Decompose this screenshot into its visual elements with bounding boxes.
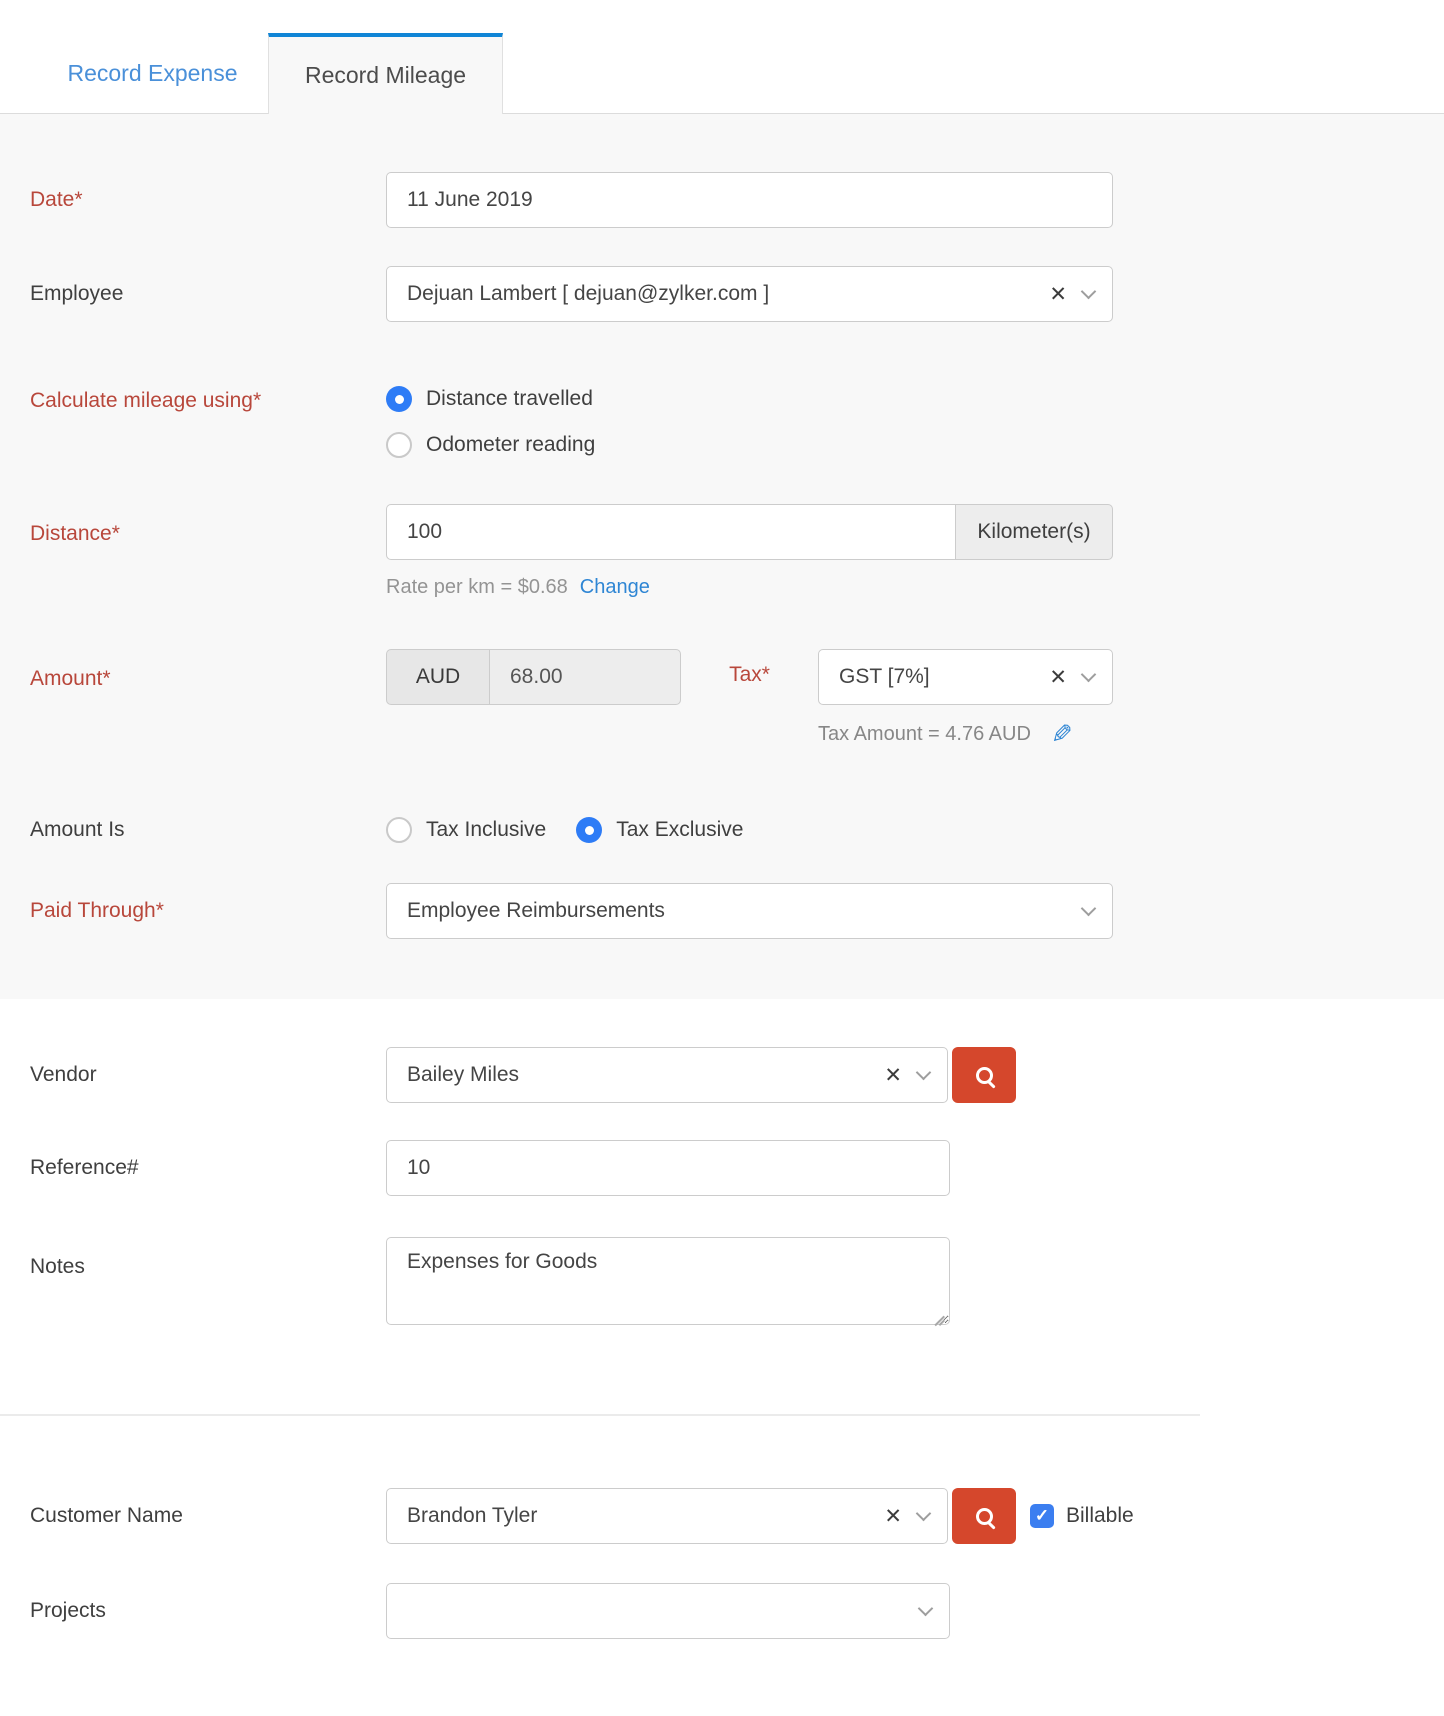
edit-pencil-icon[interactable]: ✎ [1051,721,1073,747]
reference-input[interactable] [386,1140,950,1196]
clear-icon[interactable]: ✕ [1049,667,1067,688]
search-icon [976,1067,993,1084]
tax-select[interactable]: GST [7%] ✕ [818,649,1113,705]
radio-unselected-icon[interactable] [386,817,412,843]
tab-record-expense[interactable]: Record Expense [45,33,260,113]
amount-currency-addon: AUD [386,649,489,705]
radio-distance-travelled-label: Distance travelled [426,387,593,411]
radio-tax-exclusive-label: Tax Exclusive [616,818,743,842]
chevron-down-icon [1081,666,1097,682]
reference-label: Reference# [0,1152,386,1184]
distance-label: Distance* [0,504,386,550]
date-row: Date* [0,172,1444,228]
change-link[interactable]: Change [580,576,650,599]
radio-unselected-icon[interactable] [386,432,412,458]
customer-search-button[interactable] [952,1488,1016,1544]
calculate-mileage-label: Calculate mileage using* [0,382,386,417]
distance-unit-addon: Kilometer(s) [955,504,1113,560]
chevron-down-icon [1081,283,1097,299]
radio-tax-inclusive-label: Tax Inclusive [426,818,546,842]
employee-label: Employee [0,278,386,310]
paid-through-label: Paid Through* [0,895,386,927]
amount-is-label: Amount Is [0,814,386,846]
billable-checkbox[interactable]: ✓ [1030,1504,1054,1528]
billable-label: Billable [1066,1504,1134,1528]
paid-through-value: Employee Reimbursements [407,899,1083,923]
projects-select[interactable] [386,1583,950,1639]
notes-textarea[interactable]: Expenses for Goods [386,1237,950,1325]
tax-value: GST [7%] [839,665,1049,689]
customer-label: Customer Name [0,1500,386,1532]
notes-row: Notes Expenses for Goods [0,1237,1444,1330]
vendor-select[interactable]: Bailey Miles ✕ [386,1047,948,1103]
radio-selected-icon[interactable] [576,817,602,843]
radio-tax-exclusive[interactable]: Tax Exclusive [576,813,743,847]
search-icon [976,1508,993,1525]
radio-tax-inclusive[interactable]: Tax Inclusive [386,813,546,847]
mileage-form-section: Date* Employee Dejuan Lambert [ dejuan@z… [0,114,1444,999]
distance-row: Distance* Kilometer(s) Rate per km = $0.… [0,504,1444,599]
date-input[interactable] [386,172,1113,228]
clear-icon[interactable]: ✕ [1049,284,1067,305]
calculate-mileage-row: Calculate mileage using* Distance travel… [0,382,1444,462]
notes-label: Notes [0,1237,386,1283]
vendor-search-button[interactable] [952,1047,1016,1103]
amount-label: Amount* [0,649,386,695]
chevron-down-icon [918,1600,934,1616]
date-label: Date* [0,184,386,216]
radio-distance-travelled[interactable]: Distance travelled [386,382,595,416]
tax-label: Tax* [681,649,818,687]
amount-is-row: Amount Is Tax Inclusive Tax Exclusive [0,813,1444,847]
radio-selected-icon[interactable] [386,386,412,412]
projects-row: Projects [0,1583,1444,1639]
paid-through-row: Paid Through* Employee Reimbursements [0,883,1444,939]
chevron-down-icon [916,1505,932,1521]
chevron-down-icon [1081,900,1097,916]
vendor-label: Vendor [0,1059,386,1091]
clear-icon[interactable]: ✕ [884,1065,902,1086]
employee-select[interactable]: Dejuan Lambert [ dejuan@zylker.com ] ✕ [386,266,1113,322]
section-divider [0,1414,1200,1416]
employee-row: Employee Dejuan Lambert [ dejuan@zylker.… [0,266,1444,322]
radio-odometer-reading-label: Odometer reading [426,433,595,457]
amount-row: Amount* AUD Tax* GST [7%] ✕ Tax Amount =… [0,649,1444,747]
tax-amount-text: Tax Amount = 4.76 AUD [818,723,1031,746]
tab-record-mileage[interactable]: Record Mileage [268,33,503,114]
clear-icon[interactable]: ✕ [884,1506,902,1527]
vendor-value: Bailey Miles [407,1063,884,1087]
customer-row: Customer Name Brandon Tyler ✕ ✓ Billable [0,1488,1444,1544]
radio-odometer-reading[interactable]: Odometer reading [386,428,595,462]
paid-through-select[interactable]: Employee Reimbursements [386,883,1113,939]
reference-row: Reference# [0,1140,1444,1196]
employee-value: Dejuan Lambert [ dejuan@zylker.com ] [407,282,1049,306]
customer-select[interactable]: Brandon Tyler ✕ [386,1488,948,1544]
amount-input [489,649,681,705]
customer-value: Brandon Tyler [407,1504,884,1528]
vendor-row: Vendor Bailey Miles ✕ [0,1047,1444,1103]
details-section: Vendor Bailey Miles ✕ Reference# Notes E… [0,999,1444,1639]
rate-per-km-text: Rate per km = $0.68 [386,576,568,599]
projects-label: Projects [0,1595,386,1627]
chevron-down-icon [916,1064,932,1080]
tab-bar: Record Expense Record Mileage [0,0,1444,114]
distance-input[interactable] [386,504,955,560]
